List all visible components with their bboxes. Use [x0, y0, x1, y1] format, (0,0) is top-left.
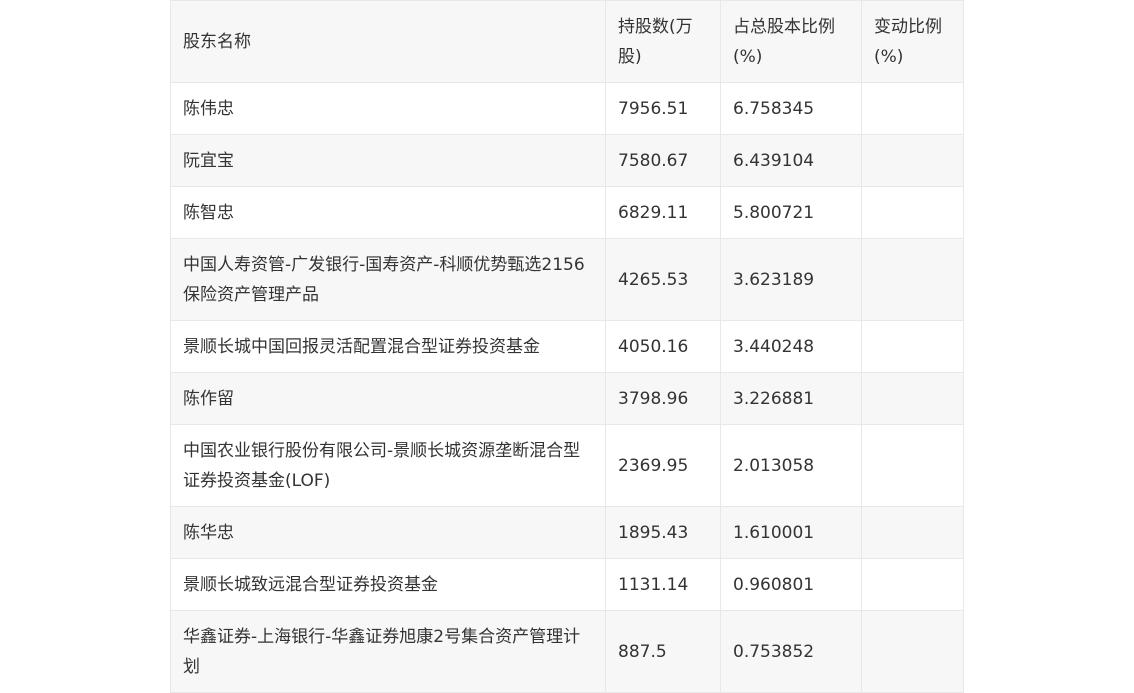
- header-share-ratio: 占总股本比例(%): [720, 0, 862, 83]
- cell-shares: 887.5: [605, 610, 721, 693]
- table-row: 中国农业银行股份有限公司-景顺长城资源垄断混合型证券投资基金(LOF) 2369…: [170, 424, 964, 507]
- cell-change-ratio: [861, 424, 964, 507]
- table-row: 陈华忠 1895.43 1.610001: [170, 506, 964, 559]
- cell-change-ratio: [861, 186, 964, 239]
- cell-share-ratio: 3.623189: [720, 238, 862, 321]
- shareholder-table-container: 股东名称 持股数(万股) 占总股本比例(%) 变动比例(%) 陈伟忠 7956.…: [170, 0, 964, 693]
- cell-shares: 4265.53: [605, 238, 721, 321]
- cell-shares: 7580.67: [605, 134, 721, 187]
- cell-change-ratio: [861, 320, 964, 373]
- cell-shareholder-name: 陈伟忠: [170, 82, 606, 135]
- header-shares: 持股数(万股): [605, 0, 721, 83]
- cell-share-ratio: 3.226881: [720, 372, 862, 425]
- cell-shareholder-name: 阮宜宝: [170, 134, 606, 187]
- cell-shareholder-name: 景顺长城中国回报灵活配置混合型证券投资基金: [170, 320, 606, 373]
- table-row: 中国人寿资管-广发银行-国寿资产-科顺优势甄选2156保险资产管理产品 4265…: [170, 238, 964, 321]
- cell-shares: 2369.95: [605, 424, 721, 507]
- table-row: 陈智忠 6829.11 5.800721: [170, 186, 964, 239]
- cell-shares: 1131.14: [605, 558, 721, 611]
- cell-share-ratio: 5.800721: [720, 186, 862, 239]
- cell-shares: 4050.16: [605, 320, 721, 373]
- header-shareholder-name: 股东名称: [170, 0, 606, 83]
- table-row: 景顺长城中国回报灵活配置混合型证券投资基金 4050.16 3.440248: [170, 320, 964, 373]
- cell-share-ratio: 0.960801: [720, 558, 862, 611]
- table-row: 陈伟忠 7956.51 6.758345: [170, 82, 964, 135]
- cell-change-ratio: [861, 238, 964, 321]
- shareholder-table: 股东名称 持股数(万股) 占总股本比例(%) 变动比例(%) 陈伟忠 7956.…: [170, 0, 964, 693]
- cell-shares: 6829.11: [605, 186, 721, 239]
- cell-change-ratio: [861, 506, 964, 559]
- cell-change-ratio: [861, 134, 964, 187]
- cell-share-ratio: 2.013058: [720, 424, 862, 507]
- cell-change-ratio: [861, 372, 964, 425]
- table-row: 景顺长城致远混合型证券投资基金 1131.14 0.960801: [170, 558, 964, 611]
- cell-shareholder-name: 华鑫证券-上海银行-华鑫证券旭康2号集合资产管理计划: [170, 610, 606, 693]
- cell-share-ratio: 1.610001: [720, 506, 862, 559]
- cell-change-ratio: [861, 558, 964, 611]
- cell-shareholder-name: 中国农业银行股份有限公司-景顺长城资源垄断混合型证券投资基金(LOF): [170, 424, 606, 507]
- cell-share-ratio: 3.440248: [720, 320, 862, 373]
- cell-share-ratio: 6.439104: [720, 134, 862, 187]
- cell-shares: 3798.96: [605, 372, 721, 425]
- cell-shareholder-name: 景顺长城致远混合型证券投资基金: [170, 558, 606, 611]
- cell-change-ratio: [861, 610, 964, 693]
- cell-share-ratio: 6.758345: [720, 82, 862, 135]
- cell-shareholder-name: 陈作留: [170, 372, 606, 425]
- cell-shareholder-name: 中国人寿资管-广发银行-国寿资产-科顺优势甄选2156保险资产管理产品: [170, 238, 606, 321]
- cell-shares: 7956.51: [605, 82, 721, 135]
- table-header-row: 股东名称 持股数(万股) 占总股本比例(%) 变动比例(%): [170, 0, 964, 83]
- cell-shares: 1895.43: [605, 506, 721, 559]
- header-change-ratio: 变动比例(%): [861, 0, 964, 83]
- cell-share-ratio: 0.753852: [720, 610, 862, 693]
- table-row: 阮宜宝 7580.67 6.439104: [170, 134, 964, 187]
- cell-change-ratio: [861, 82, 964, 135]
- table-row: 陈作留 3798.96 3.226881: [170, 372, 964, 425]
- cell-shareholder-name: 陈智忠: [170, 186, 606, 239]
- cell-shareholder-name: 陈华忠: [170, 506, 606, 559]
- table-row: 华鑫证券-上海银行-华鑫证券旭康2号集合资产管理计划 887.5 0.75385…: [170, 610, 964, 693]
